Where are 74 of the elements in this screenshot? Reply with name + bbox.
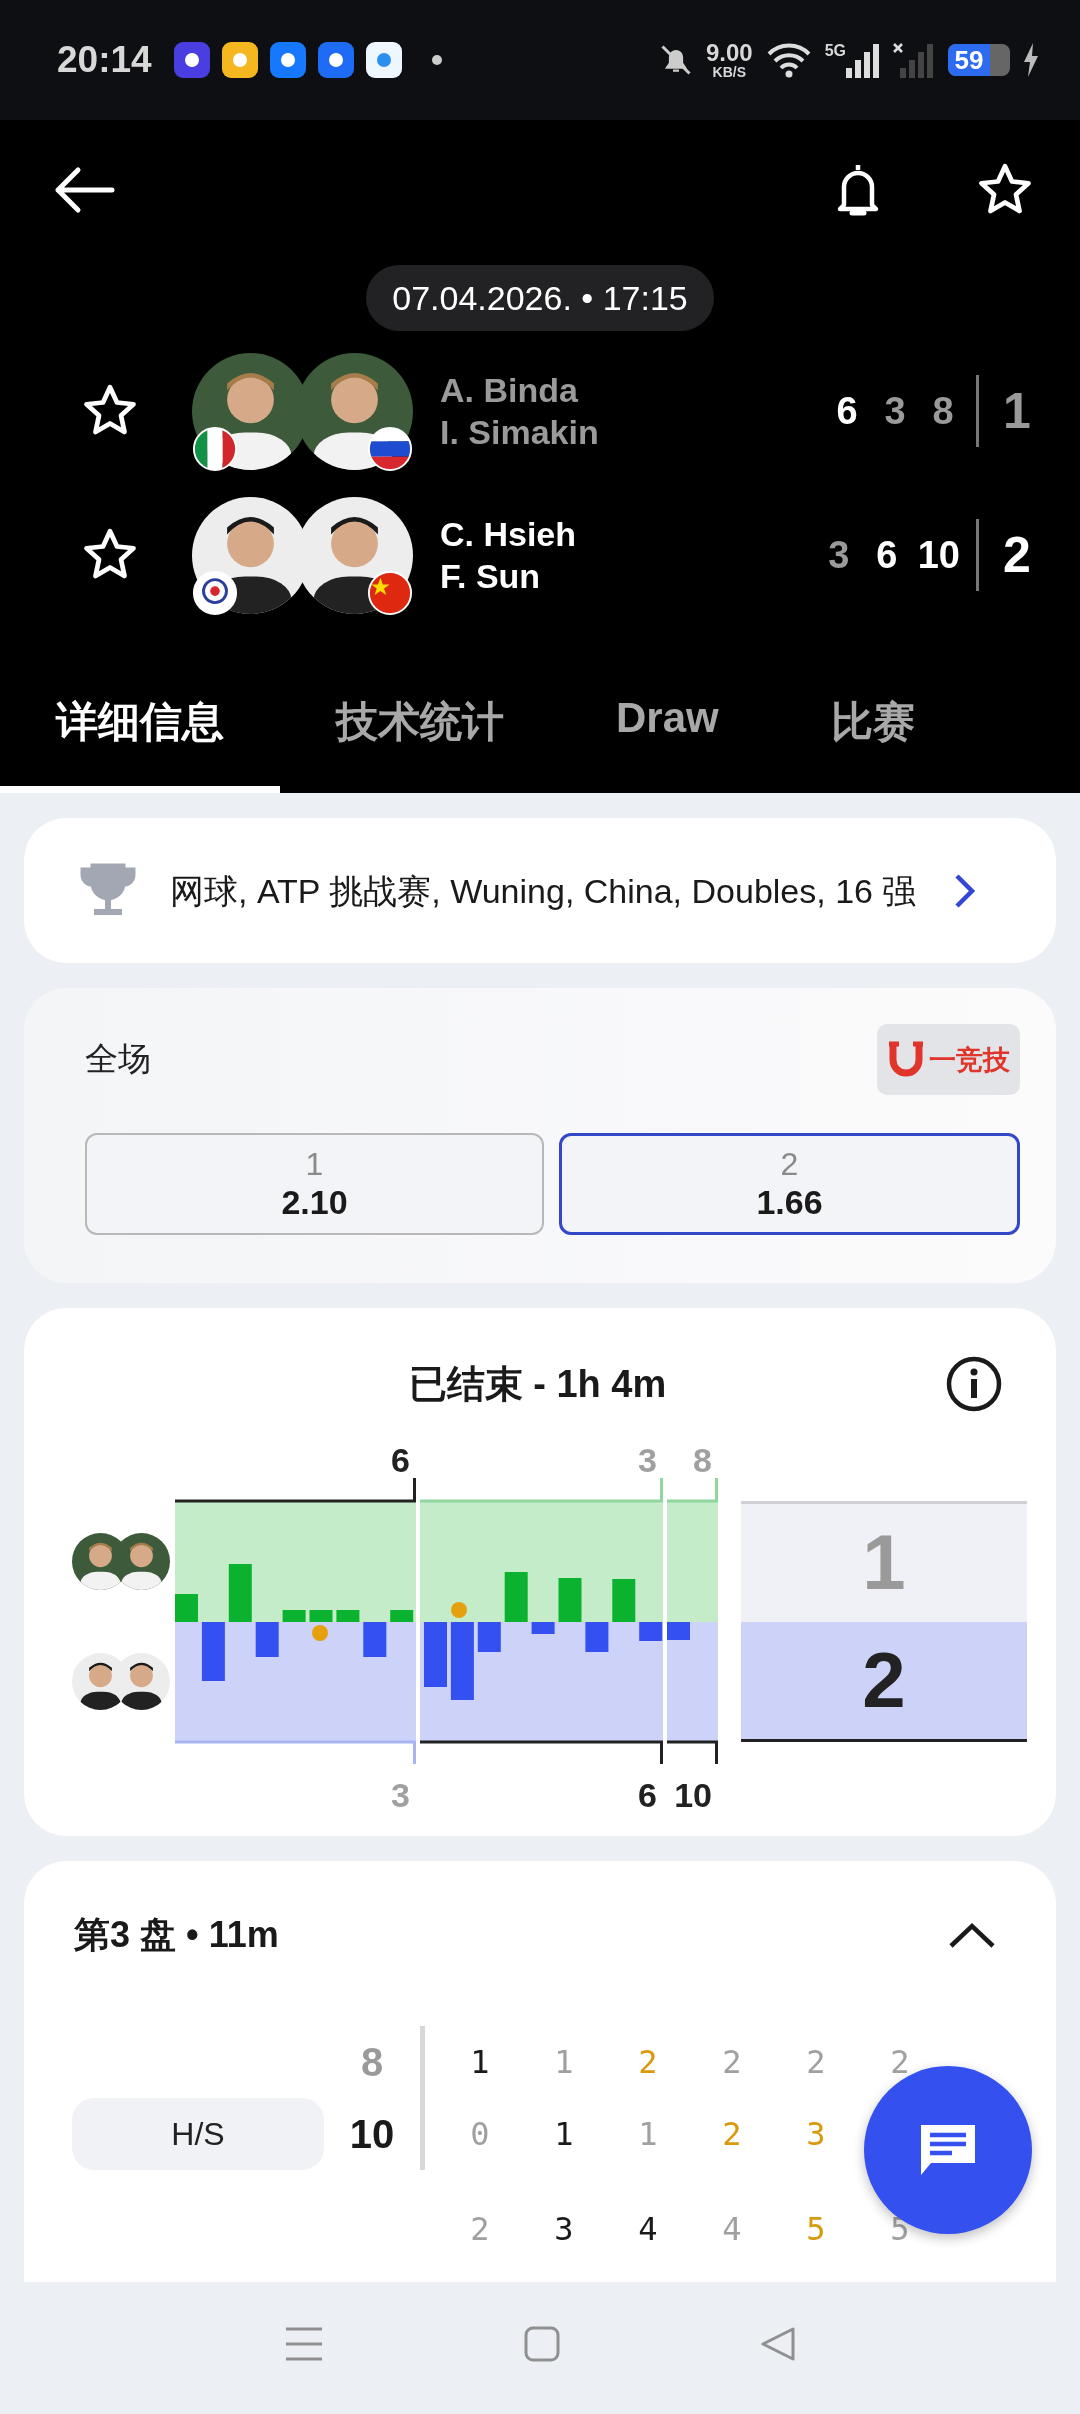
notification-dot xyxy=(431,55,442,65)
chevron-up-icon[interactable] xyxy=(948,1921,996,1949)
tab[interactable]: 详细信息 xyxy=(0,638,280,793)
set-score: 3 xyxy=(391,1776,410,1814)
match-score: 2 xyxy=(1003,526,1032,584)
tiebreak-score: 8 xyxy=(359,2038,385,2086)
flag-icon xyxy=(367,425,413,472)
point-score: 3 xyxy=(805,2114,827,2155)
provider-logo: 一竞技 xyxy=(877,1024,1020,1095)
info-icon[interactable] xyxy=(945,1355,1003,1413)
charging-icon xyxy=(1022,43,1040,77)
set-score: 8 xyxy=(693,1441,712,1479)
match-score: 1 xyxy=(1003,382,1032,440)
signal-icon xyxy=(846,42,880,78)
odds-button[interactable]: 2 1.66 xyxy=(559,1133,1020,1235)
app-icon xyxy=(221,42,258,78)
point-score: 4 xyxy=(637,2209,659,2250)
status-time: 20:14 xyxy=(57,39,152,81)
point-score: 2 xyxy=(637,2042,659,2083)
point-score: 5 xyxy=(805,2209,827,2250)
player-name: C. Hsieh xyxy=(440,514,578,555)
back-icon[interactable] xyxy=(760,2326,796,2362)
set-score: 8 xyxy=(931,389,955,433)
signal-icon xyxy=(892,42,936,78)
set-score: 3 xyxy=(827,533,851,577)
set-score: 6 xyxy=(391,1441,410,1479)
set-score: 3 xyxy=(883,389,907,433)
match-status: 已结束 - 1h 4m xyxy=(408,1361,667,1407)
tab[interactable]: 比赛 xyxy=(774,638,971,793)
point-score: 2 xyxy=(721,2114,743,2155)
point-score: 1 xyxy=(553,2042,575,2083)
app-icon xyxy=(173,42,210,78)
player-name: A. Binda xyxy=(440,370,579,411)
home-icon[interactable] xyxy=(524,2326,560,2362)
set-total: 2 xyxy=(740,1621,1027,1742)
menu-icon[interactable] xyxy=(284,2326,324,2362)
speed-value: 9.00 xyxy=(705,41,753,65)
speed-unit: KB/S xyxy=(712,65,746,79)
set-score: 6 xyxy=(875,533,899,577)
battery-indicator: 59 xyxy=(948,44,1010,76)
app-icon xyxy=(365,42,402,78)
odds-button[interactable]: 1 2.10 xyxy=(85,1133,544,1235)
set-score: 6 xyxy=(638,1776,657,1814)
set-score: 6 xyxy=(835,389,859,433)
tournament-name: 网球, ATP 挑战赛, Wuning, China, Doubles, 16 强 xyxy=(170,870,918,912)
tiebreak-score: 10 xyxy=(348,2110,396,2158)
odds-title: 全场 xyxy=(85,1039,151,1079)
point-score: 2 xyxy=(889,2042,911,2083)
set-score: 3 xyxy=(638,1441,657,1479)
player-name: I. Simakin xyxy=(440,412,600,453)
point-score: 3 xyxy=(553,2209,575,2250)
point-score: 0 xyxy=(469,2114,491,2155)
point-score: 1 xyxy=(469,2042,491,2083)
point-score: 1 xyxy=(553,2114,575,2155)
point-score: 4 xyxy=(721,2209,743,2250)
set-total: 1 xyxy=(740,1501,1027,1622)
tournament-card[interactable]: 网球, ATP 挑战赛, Wuning, China, Doubles, 16 强 xyxy=(24,818,1056,963)
app-icon xyxy=(317,42,354,78)
point-score: 2 xyxy=(721,2042,743,2083)
network-label: 5G xyxy=(824,42,846,60)
tab[interactable]: 技术统计 xyxy=(280,638,560,793)
app-icon xyxy=(269,42,306,78)
set-title: 第3 盘 • 11m xyxy=(74,1912,279,1957)
set-score: 10 xyxy=(674,1776,712,1814)
point-score: 1 xyxy=(637,2114,659,2155)
match-date: 07.04.2026. • 17:15 xyxy=(366,265,714,331)
tiebreak-label: H/S xyxy=(72,2098,324,2170)
set-score: 10 xyxy=(917,533,960,577)
point-score: 2 xyxy=(805,2042,827,2083)
player-name: F. Sun xyxy=(440,556,542,597)
tab[interactable]: Draw xyxy=(560,638,775,793)
flag-icon xyxy=(192,425,238,472)
chevron-right-icon xyxy=(952,871,978,910)
point-score: 2 xyxy=(469,2209,491,2250)
